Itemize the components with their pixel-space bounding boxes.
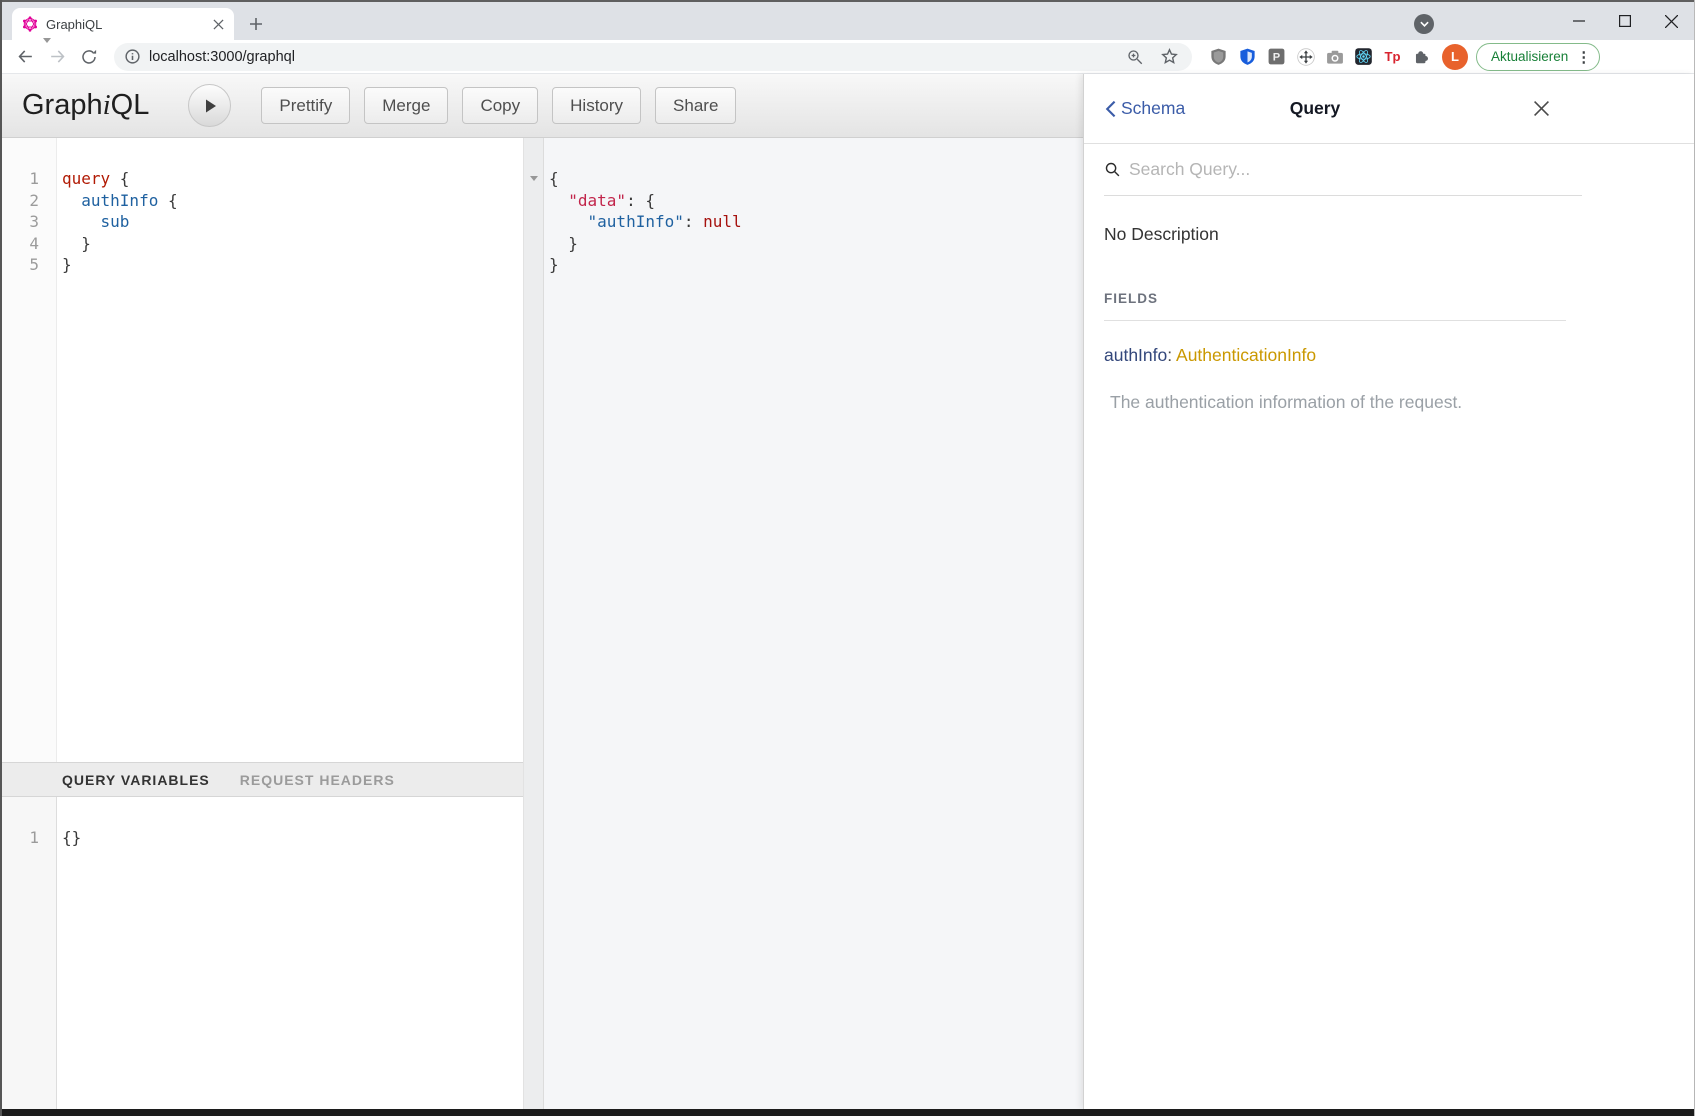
- fold-arrow-icon[interactable]: [43, 38, 51, 43]
- tab-title: GraphiQL: [46, 17, 210, 32]
- copy-button[interactable]: Copy: [462, 87, 538, 124]
- doc-search-input[interactable]: [1129, 159, 1582, 180]
- query-code[interactable]: query { authInfo { sub }}: [57, 138, 523, 762]
- doc-explorer-panel: Schema Query No Description FIELDS authI…: [1083, 74, 1694, 1109]
- url-input[interactable]: [149, 49, 1112, 65]
- bitwarden-shield-icon[interactable]: [1235, 44, 1260, 69]
- browser-tab[interactable]: GraphiQL: [12, 8, 234, 40]
- extensions-puzzle-icon[interactable]: [1409, 44, 1434, 69]
- browser-tab-strip: GraphiQL: [2, 0, 1694, 40]
- address-bar[interactable]: [114, 43, 1192, 71]
- doc-close-button[interactable]: [1529, 96, 1553, 120]
- share-button[interactable]: Share: [655, 87, 736, 124]
- doc-field-name[interactable]: authInfo: [1104, 345, 1167, 365]
- svg-text:Tp: Tp: [1384, 49, 1400, 64]
- graphql-favicon: [22, 16, 38, 32]
- profile-avatar[interactable]: L: [1442, 44, 1468, 70]
- svg-text:P: P: [1273, 51, 1281, 63]
- doc-field-row: authInfo: AuthenticationInfo: [1104, 345, 1674, 366]
- tab-request-headers[interactable]: REQUEST HEADERS: [240, 772, 395, 788]
- doc-no-description: No Description: [1104, 224, 1674, 245]
- query-editor[interactable]: 12345 query { authInfo { sub }}: [2, 138, 523, 762]
- variables-editor[interactable]: 1 {}: [2, 797, 523, 1109]
- forward-button[interactable]: [44, 44, 70, 70]
- update-button-label: Aktualisieren: [1491, 49, 1568, 64]
- variables-code[interactable]: {}: [57, 797, 523, 1109]
- doc-field-type-link[interactable]: AuthenticationInfo: [1176, 345, 1316, 365]
- response-pane: { "data": { "authInfo": null }}: [524, 138, 1083, 1109]
- chevron-down-icon: [1420, 21, 1429, 27]
- graphiql-left-column: GraphiQL Prettify Merge Copy History Sha…: [2, 74, 1083, 1109]
- close-icon: [1533, 100, 1550, 117]
- merge-button[interactable]: Merge: [364, 87, 448, 124]
- ublock-shield-icon[interactable]: [1206, 44, 1231, 69]
- close-window-button[interactable]: [1648, 2, 1694, 40]
- query-editor-gutter: 12345: [2, 138, 57, 762]
- kebab-menu-icon: ⋮: [1576, 48, 1591, 66]
- reload-button[interactable]: [76, 44, 102, 70]
- tab-query-variables[interactable]: QUERY VARIABLES: [62, 772, 210, 788]
- history-button[interactable]: History: [552, 87, 641, 124]
- execute-query-button[interactable]: [188, 84, 231, 127]
- graphiql-topbar: GraphiQL Prettify Merge Copy History Sha…: [2, 74, 1083, 138]
- tab-close-icon[interactable]: [210, 16, 226, 32]
- browser-window: GraphiQL: [0, 0, 1695, 1116]
- doc-field-colon: :: [1167, 345, 1172, 365]
- camera-icon[interactable]: [1322, 44, 1347, 69]
- minimize-button[interactable]: [1556, 2, 1602, 40]
- query-pane: 12345 query { authInfo { sub }} QUERY VA…: [2, 138, 524, 1109]
- doc-fields-header: FIELDS: [1104, 291, 1674, 306]
- maximize-button[interactable]: [1602, 2, 1648, 40]
- p-badge-icon[interactable]: P: [1264, 44, 1289, 69]
- browser-toolbar: P Tp L Aktualisieren ⋮: [2, 40, 1694, 74]
- info-icon[interactable]: [124, 48, 141, 65]
- search-icon: [1104, 161, 1121, 178]
- doc-title: Query: [1084, 98, 1546, 119]
- back-button[interactable]: [12, 44, 38, 70]
- new-tab-button[interactable]: [242, 10, 270, 38]
- doc-explorer-header: Schema Query: [1084, 74, 1694, 144]
- extensions-row: P Tp: [1206, 44, 1438, 69]
- browser-menu-update-button[interactable]: Aktualisieren ⋮: [1476, 43, 1600, 71]
- doc-fields-divider: [1104, 320, 1566, 321]
- prettify-button[interactable]: Prettify: [261, 87, 350, 124]
- window-bottom-edge: [2, 1109, 1694, 1116]
- bookmark-star-icon[interactable]: [1158, 46, 1180, 68]
- graphiql-logo: GraphiQL: [22, 89, 149, 122]
- doc-explorer-body: No Description FIELDS authInfo: Authenti…: [1084, 196, 1694, 433]
- play-icon: [202, 98, 218, 114]
- move-circle-icon[interactable]: [1293, 44, 1318, 69]
- react-devtools-icon[interactable]: [1351, 44, 1376, 69]
- response-json: { "data": { "authInfo": null }}: [544, 138, 1083, 1109]
- window-controls: [1556, 2, 1694, 40]
- zoom-icon[interactable]: [1124, 46, 1146, 68]
- variables-title-bar: QUERY VARIABLES REQUEST HEADERS: [2, 762, 523, 797]
- editor-panes: 12345 query { authInfo { sub }} QUERY VA…: [2, 138, 1083, 1109]
- response-fold-gutter: [524, 138, 544, 1109]
- tp-badge-icon[interactable]: Tp: [1380, 44, 1405, 69]
- tab-search-button[interactable]: [1414, 14, 1434, 34]
- graphiql-app: GraphiQL Prettify Merge Copy History Sha…: [2, 74, 1694, 1109]
- doc-field-description: The authentication information of the re…: [1104, 392, 1674, 413]
- fold-arrow-icon[interactable]: [530, 176, 538, 181]
- variables-editor-gutter: 1: [2, 797, 57, 1109]
- doc-search-row: [1104, 144, 1582, 196]
